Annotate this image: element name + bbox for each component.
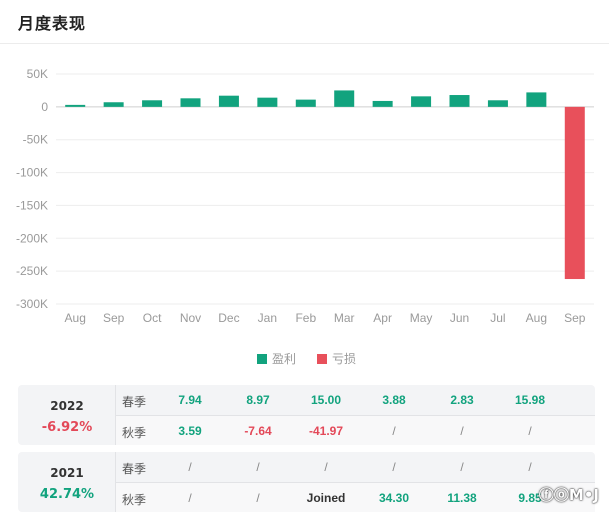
y-tick-label: -200K: [16, 231, 48, 245]
x-tick-label: Jul: [490, 311, 505, 325]
year-cell: 2021 42.74%: [18, 452, 116, 512]
table-cell: /: [392, 460, 396, 474]
season-row: 春季 7.94 8.97 15.00 3.88 2.83 15.98: [116, 385, 595, 415]
season-row: 春季 / / / / / /: [116, 452, 595, 482]
table-cell: /: [528, 460, 532, 474]
x-tick-label: May: [410, 311, 433, 325]
chart-legend: 盈利 亏损: [0, 350, 609, 366]
watermark: ⓕⓞM•J: [538, 486, 599, 504]
monthly-bar-chart: 50K 0 -50K -100K -150K -200K -250K -300K Aug Sep O…: [16, 67, 594, 325]
bar[interactable]: [526, 92, 547, 107]
bar[interactable]: [65, 104, 86, 107]
season-label: 春季: [122, 462, 147, 476]
season-label: 秋季: [122, 426, 147, 440]
x-tick-label: Feb: [295, 311, 316, 325]
table-cell: 3.88: [382, 393, 406, 407]
page-title: 月度表现: [18, 14, 87, 33]
x-tick-label: Jan: [258, 311, 277, 325]
x-tick-label: Sep: [103, 311, 125, 325]
legend-label-profit: 盈利: [272, 352, 297, 366]
bar[interactable]: [257, 97, 278, 107]
year-return: -6.92%: [41, 420, 93, 435]
y-tick-label: -250K: [16, 264, 48, 278]
y-tick-label: -100K: [16, 166, 48, 180]
x-tick-label: Nov: [180, 311, 201, 325]
bar[interactable]: [218, 95, 239, 107]
table-cell: 15.98: [514, 393, 546, 407]
bar[interactable]: [295, 99, 316, 107]
bar[interactable]: [372, 100, 393, 107]
table-cell: /: [188, 491, 192, 505]
table-cell: 7.94: [178, 393, 202, 407]
table-cell: /: [460, 424, 464, 438]
bar[interactable]: [449, 95, 470, 107]
table-cell: /: [188, 460, 192, 474]
year-return: 42.74%: [39, 487, 95, 502]
legend-swatch-profit: [257, 353, 267, 364]
year-label: 2022: [50, 399, 84, 413]
year-block-2022: 2022 -6.92% 春季 7.94 8.97 15.00 3.88 2.83 15.98 秋季…: [18, 385, 595, 445]
season-label: 春季: [122, 395, 147, 409]
year-label: 2021: [50, 466, 84, 480]
y-tick-label: 0: [41, 100, 48, 114]
bar[interactable]: [334, 90, 355, 107]
legend-item-loss[interactable]: 亏损: [317, 350, 356, 367]
table-cell: /: [392, 424, 396, 438]
table-cell: 15.00: [310, 393, 342, 407]
x-tick-label: Mar: [334, 311, 355, 325]
page-header: 月度表现: [0, 0, 609, 44]
table-cell: /: [460, 460, 464, 474]
table-cell: /: [256, 460, 260, 474]
table-cell: 8.97: [246, 393, 270, 407]
legend-item-profit[interactable]: 盈利: [257, 350, 296, 367]
table-cell: -7.64: [244, 424, 272, 438]
x-tick-label: Jun: [450, 311, 469, 325]
x-tick-label: Sep: [564, 311, 586, 325]
y-tick-label: -150K: [16, 198, 48, 212]
x-tick-label: Aug: [526, 311, 547, 325]
table-cell: 3.59: [178, 424, 202, 438]
table-cell: Joined: [306, 491, 346, 505]
table-cell: -41.97: [308, 424, 344, 438]
y-tick-label: 50K: [27, 67, 48, 81]
x-tick-label: Dec: [218, 311, 239, 325]
table-cell: /: [324, 460, 328, 474]
bar[interactable]: [411, 96, 432, 107]
x-tick-label: Aug: [65, 311, 86, 325]
season-label: 秋季: [122, 493, 147, 507]
bar[interactable]: [180, 98, 201, 107]
x-tick-label: Apr: [373, 311, 392, 325]
legend-swatch-loss: [317, 353, 327, 364]
table-cell: 2.83: [450, 393, 474, 407]
bar[interactable]: [103, 102, 124, 107]
bar[interactable]: [142, 100, 163, 107]
season-row: 秋季 3.59 -7.64 -41.97 / / /: [116, 415, 595, 445]
y-tick-label: -50K: [23, 133, 48, 147]
table-cell: 11.38: [447, 491, 477, 505]
year-block-2021: 2021 42.74% 春季 / / / / / / 秋季 / / Joined 34.30 11.38 9.…: [18, 452, 595, 512]
table-cell: /: [256, 491, 260, 505]
y-tick-label: -300K: [16, 297, 48, 311]
legend-label-loss: 亏损: [332, 352, 357, 366]
bar[interactable]: [564, 106, 585, 280]
table-cell: /: [528, 424, 532, 438]
season-row: 秋季 / / Joined 34.30 11.38 9.85: [116, 482, 595, 512]
table-cell: 34.30: [378, 491, 410, 505]
bar[interactable]: [487, 100, 508, 107]
x-tick-label: Oct: [143, 311, 162, 325]
year-cell: 2022 -6.92%: [18, 385, 116, 445]
